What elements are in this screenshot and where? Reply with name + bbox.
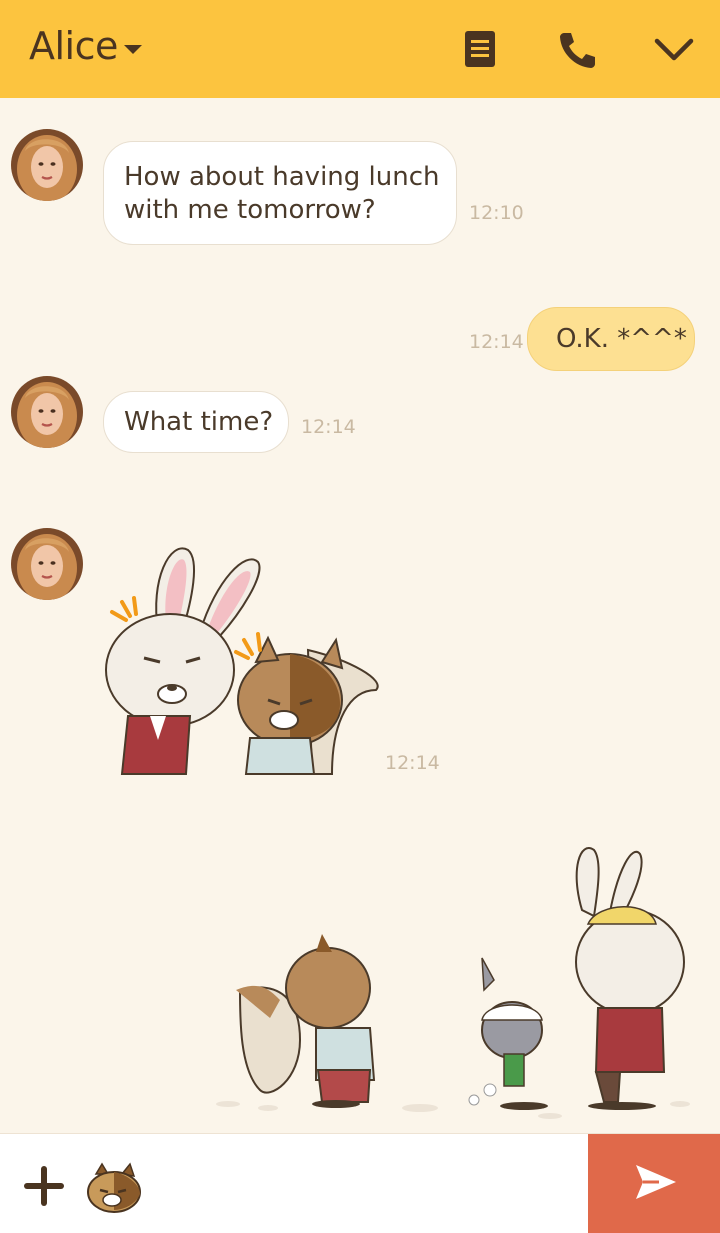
chat-title[interactable]: Alice (29, 24, 118, 68)
message-time: 12:10 (469, 202, 524, 224)
squirrel-sticker-icon (87, 1162, 141, 1213)
message-time: 12:14 (469, 331, 524, 353)
avatar[interactable] (11, 129, 83, 201)
message-text: What time? (124, 407, 274, 437)
background-illustration (216, 847, 690, 1119)
sticker-button[interactable] (86, 1160, 142, 1216)
message-bubble[interactable]: How about having lunch with me tomorrow? (103, 141, 457, 245)
send-icon (636, 1165, 676, 1199)
avatar[interactable] (11, 376, 83, 448)
send-button[interactable] (588, 1134, 720, 1233)
message-bubble[interactable]: What time? (103, 391, 289, 453)
message-text: O.K. *^^* (556, 324, 687, 354)
message-text-line: with me tomorrow? (124, 195, 376, 225)
message-time: 12:14 (301, 416, 356, 438)
plus-icon[interactable] (22, 1164, 66, 1208)
chevron-down-icon[interactable] (652, 28, 696, 72)
rabbit-and-squirrel-sticker[interactable] (100, 540, 390, 775)
message-time: 12:14 (385, 752, 440, 774)
my-message-bubble[interactable]: O.K. *^^* (527, 307, 695, 371)
phone-icon[interactable] (555, 28, 599, 72)
document-icon[interactable] (458, 28, 502, 72)
title-dropdown-icon[interactable] (124, 45, 142, 54)
avatar[interactable] (11, 528, 83, 600)
chat-header: Alice (0, 0, 720, 98)
input-bar (0, 1133, 720, 1233)
message-text-line: How about having lunch (124, 162, 440, 192)
